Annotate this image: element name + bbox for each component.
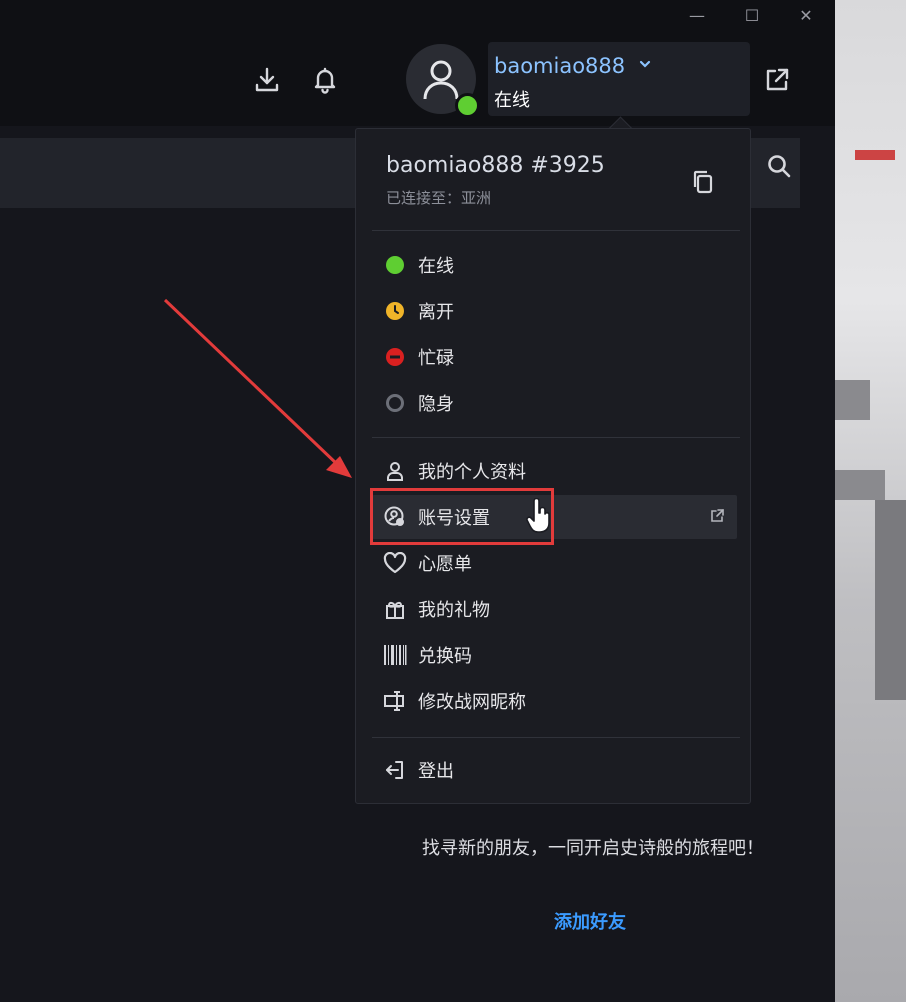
hand-cursor-icon <box>526 498 550 533</box>
annotation-arrow <box>163 298 352 478</box>
